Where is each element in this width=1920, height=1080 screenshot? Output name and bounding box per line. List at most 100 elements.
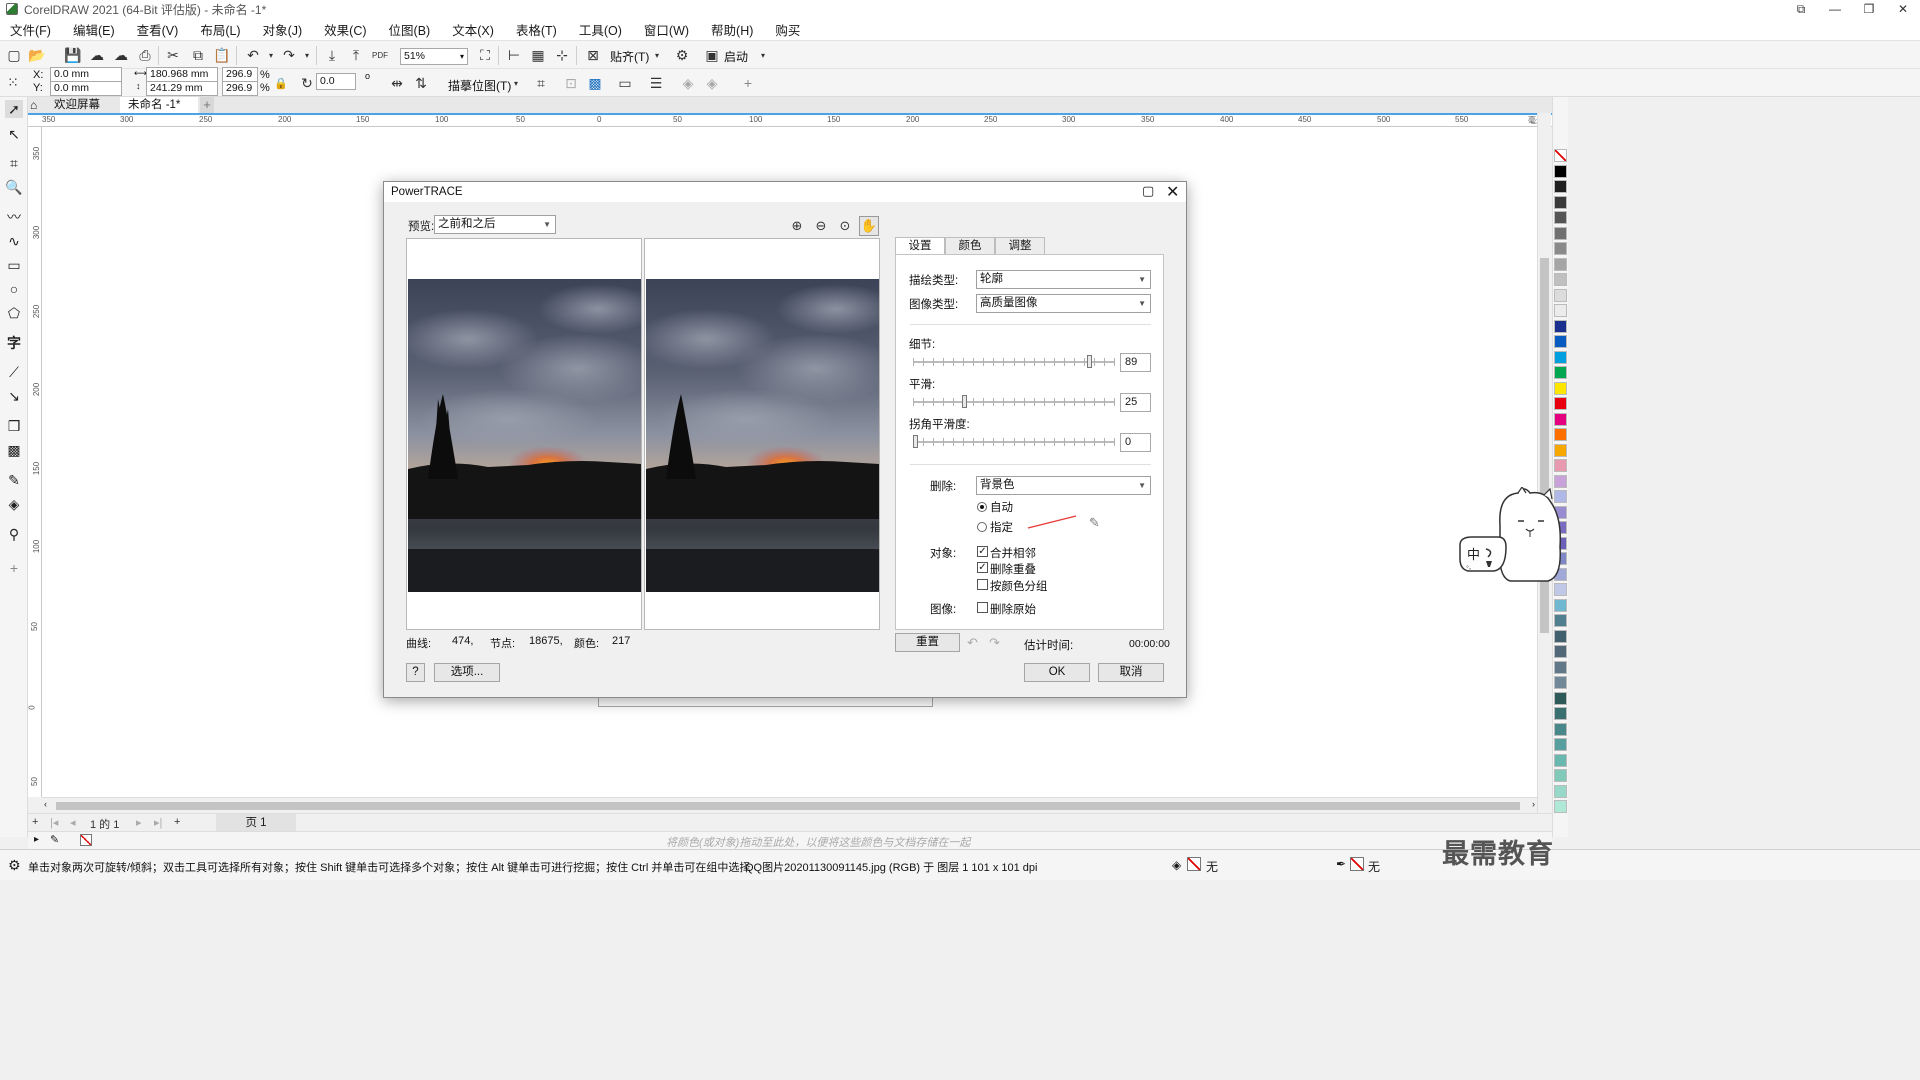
rulers-icon[interactable]: ⊢ — [505, 46, 523, 64]
merge-adjacent-checkbox[interactable]: ✓ — [977, 546, 988, 557]
color-swatch[interactable] — [1554, 443, 1567, 457]
eyedropper-icon[interactable]: ✎ — [5, 471, 23, 489]
artistic-media-icon[interactable]: ∿ — [5, 232, 23, 250]
pan-hand-icon[interactable]: ✋ — [859, 216, 879, 236]
tab-untitled-document[interactable]: 未命名 -1* — [120, 97, 198, 113]
detail-slider[interactable] — [913, 355, 1115, 368]
x-position-field[interactable]: 0.0 mm — [50, 67, 122, 82]
reset-button[interactable]: 重置 — [895, 633, 960, 652]
grid-icon[interactable]: ▦ — [529, 46, 547, 64]
dialog-maximize-button[interactable]: ▢ — [1142, 183, 1154, 199]
color-swatch[interactable] — [1554, 629, 1567, 643]
restore-small-icon[interactable]: ⧉ — [1784, 0, 1818, 18]
color-swatch[interactable] — [1554, 211, 1567, 224]
menu-bitmaps[interactable]: 位图(B) — [389, 20, 431, 39]
menu-tools[interactable]: 工具(O) — [579, 20, 622, 39]
drop-shadow-icon[interactable]: ❒ — [5, 417, 23, 435]
undo-dropdown-icon[interactable]: ▾ — [262, 46, 280, 64]
rotation-icon[interactable]: ↻ — [298, 74, 316, 92]
slider-thumb[interactable] — [1087, 355, 1093, 368]
preview-before-pane[interactable] — [406, 238, 642, 630]
color-swatch[interactable] — [1554, 428, 1567, 441]
snap-dropdown-arrow-icon[interactable]: ▾ — [648, 46, 666, 64]
mirror-vertical-icon[interactable]: ⇅ — [412, 74, 430, 92]
tab-welcome-screen[interactable]: 欢迎屏幕 — [28, 97, 120, 113]
width-field[interactable]: 180.968 mm — [146, 67, 218, 82]
cancel-button[interactable]: 取消 — [1098, 663, 1164, 682]
color-swatch[interactable] — [1554, 459, 1567, 472]
add-page-after-icon[interactable]: + — [174, 816, 180, 828]
corner-smoothness-slider[interactable] — [913, 435, 1115, 448]
paste-icon[interactable]: 📋 — [213, 46, 231, 64]
options-button[interactable]: 选项... — [434, 663, 500, 682]
open-icon[interactable]: 📂 — [28, 46, 46, 64]
launch-icon[interactable]: ▣ — [703, 46, 721, 64]
first-page-icon[interactable]: |◂ — [50, 816, 58, 829]
color-swatch[interactable] — [1554, 335, 1567, 348]
color-swatch[interactable] — [1554, 691, 1567, 705]
color-swatch[interactable] — [1554, 707, 1567, 720]
shape-tool-icon[interactable]: ↖ — [5, 125, 23, 143]
rectangle-tool-icon[interactable]: ▭ — [5, 256, 23, 274]
dialog-close-button[interactable]: ✕ — [1166, 182, 1179, 202]
detail-value-field[interactable]: 89 — [1120, 353, 1151, 372]
specified-color-swatch[interactable] — [1026, 514, 1078, 530]
color-swatch[interactable] — [1554, 769, 1567, 782]
menu-layout[interactable]: 布局(L) — [200, 20, 240, 39]
full-screen-icon[interactable]: ⛶ — [476, 46, 494, 64]
ellipse-tool-icon[interactable]: ○ — [5, 280, 23, 298]
menu-text[interactable]: 文本(X) — [452, 20, 494, 39]
color-swatch[interactable] — [1554, 676, 1567, 689]
trace-type-select[interactable]: 轮廓 ▼ — [976, 270, 1151, 289]
trace-dropdown-arrow-icon[interactable]: ▾ — [507, 74, 525, 92]
color-swatch[interactable] — [1554, 366, 1567, 379]
new-document-icon[interactable]: ▢ — [5, 46, 23, 64]
color-swatch[interactable] — [1554, 474, 1567, 488]
parallel-dimension-icon[interactable]: ⟋ — [5, 363, 23, 381]
outline-pen-icon[interactable]: ✒ — [1336, 857, 1346, 871]
tab-settings[interactable]: 设置 — [895, 237, 945, 255]
corner-smoothness-value-field[interactable]: 0 — [1120, 433, 1151, 452]
color-swatch[interactable] — [1554, 645, 1567, 658]
crop-bitmap-icon[interactable]: ⌗ — [532, 74, 550, 92]
menu-help[interactable]: 帮助(H) — [711, 20, 753, 39]
help-button[interactable]: ? — [406, 663, 425, 682]
snap-to-dropdown[interactable]: 贴齐(T) — [610, 48, 649, 65]
zoom-out-icon[interactable]: ⊖ — [811, 216, 831, 236]
palette-expand-icon[interactable]: ▸ — [34, 834, 39, 845]
no-color-swatch[interactable] — [1554, 149, 1567, 162]
mirror-horizontal-icon[interactable]: ⇹ — [388, 74, 406, 92]
color-swatch[interactable] — [1554, 288, 1567, 302]
y-position-field[interactable]: 0.0 mm — [50, 81, 122, 96]
last-page-icon[interactable]: ▸| — [154, 816, 162, 829]
object-origin-icon[interactable]: ⁙ — [4, 73, 22, 91]
zoom-tool-icon[interactable]: 🔍 — [5, 178, 23, 196]
specify-radio[interactable] — [977, 522, 987, 532]
page-1-tab[interactable]: 页 1 — [216, 814, 296, 832]
export-icon[interactable]: ⤒ — [347, 46, 365, 64]
fill-none-swatch[interactable] — [1187, 857, 1201, 871]
bitmap-edit-icon[interactable]: ▩ — [586, 74, 604, 92]
menu-table[interactable]: 表格(T) — [516, 20, 557, 39]
snap-off-icon[interactable]: ⊠ — [584, 46, 602, 64]
preview-after-pane[interactable] — [644, 238, 880, 630]
zoom-fit-icon[interactable]: ⊙ — [835, 216, 855, 236]
color-swatch[interactable] — [1554, 273, 1567, 286]
scale-height-field[interactable]: 296.9 — [222, 81, 258, 96]
menu-file[interactable]: 文件(F) — [10, 20, 51, 39]
cloud-upload-icon[interactable]: ☁ — [112, 46, 130, 64]
vertical-scrollbar[interactable] — [1537, 113, 1551, 813]
remove-original-checkbox[interactable] — [977, 602, 988, 613]
color-swatch[interactable] — [1554, 397, 1567, 410]
tab-adjust[interactable]: 调整 — [995, 237, 1045, 254]
color-swatch[interactable] — [1554, 784, 1567, 798]
remove-select[interactable]: 背景色 ▼ — [976, 476, 1151, 495]
outline-none-swatch[interactable] — [1350, 857, 1364, 871]
menu-view[interactable]: 查看(V) — [137, 20, 179, 39]
text-wrap-icon[interactable]: ☰ — [647, 74, 665, 92]
smart-fill-icon[interactable]: ⚲ — [5, 525, 23, 543]
color-swatch[interactable] — [1554, 257, 1567, 271]
maximize-button[interactable]: ❐ — [1852, 0, 1886, 18]
zoom-level-field[interactable]: 51% ▾ — [400, 48, 468, 65]
menu-object[interactable]: 对象(J) — [263, 20, 303, 39]
